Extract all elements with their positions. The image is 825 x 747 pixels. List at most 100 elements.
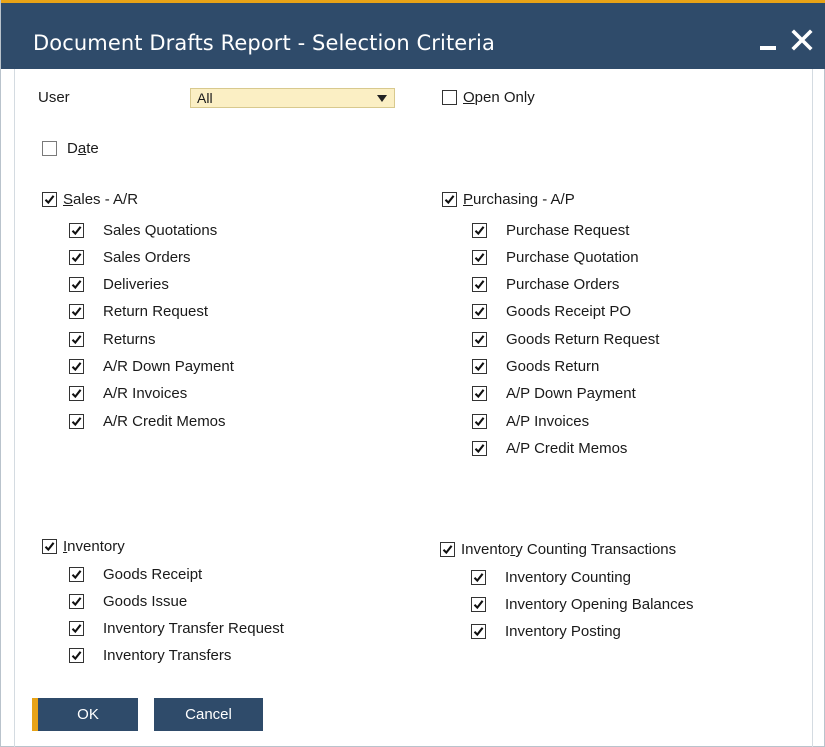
checkbox-checked-icon[interactable] xyxy=(472,222,487,238)
checkbox-inventory-counting-label: Inventory Counting xyxy=(505,568,631,586)
user-label: User xyxy=(38,89,70,106)
checkbox-checked-icon[interactable] xyxy=(471,569,486,585)
user-dropdown-value: All xyxy=(197,90,213,106)
checkbox-inventory-opening-balances-label: Inventory Opening Balances xyxy=(505,595,694,613)
checkbox-goods-return-request[interactable]: Goods Return Request xyxy=(472,328,659,350)
checkbox-checked-icon[interactable] xyxy=(472,331,487,347)
checkbox-returns[interactable]: Returns xyxy=(69,328,156,350)
checkbox-purchase-request-label: Purchase Request xyxy=(506,221,630,239)
user-dropdown[interactable]: All xyxy=(190,88,395,108)
checkbox-purchase-quotation-label: Purchase Quotation xyxy=(506,248,639,266)
checkbox-returns-label: Returns xyxy=(103,330,156,348)
date-checkbox[interactable]: Date xyxy=(42,137,99,159)
checkbox-inventory-transfers-label: Inventory Transfers xyxy=(103,647,232,665)
checkbox-goods-receipt-po[interactable]: Goods Receipt PO xyxy=(472,301,631,323)
inventory-counting-transactions-checkbox-label: Inventory Counting Transactions xyxy=(461,540,677,558)
checkbox-checked-icon[interactable] xyxy=(69,386,84,402)
checkbox-checked-icon[interactable] xyxy=(472,440,487,456)
checkbox-purchase-quotation[interactable]: Purchase Quotation xyxy=(472,246,639,268)
checkbox-sales-quotations-label: Sales Quotations xyxy=(103,221,218,239)
close-icon[interactable] xyxy=(789,27,815,53)
checkbox-goods-receipt-label: Goods Receipt xyxy=(103,565,203,583)
checkbox-checked-icon[interactable] xyxy=(472,413,487,429)
inventory-checkbox[interactable]: Inventory xyxy=(42,535,125,557)
inventory-counting-transactions-checkbox[interactable]: Inventory Counting Transactions xyxy=(440,538,676,560)
checkbox-goods-return-request-label: Goods Return Request xyxy=(506,330,660,348)
checkbox-purchase-request[interactable]: Purchase Request xyxy=(472,219,629,241)
checkbox-a-p-invoices-label: A/P Invoices xyxy=(506,412,590,430)
checkbox-checked-icon[interactable] xyxy=(472,277,487,293)
checkbox-checked-icon[interactable] xyxy=(472,249,487,265)
checkbox-checked-icon[interactable] xyxy=(69,331,84,347)
checkbox-checked-icon[interactable] xyxy=(69,621,84,637)
purchasing-a-p-checkbox[interactable]: Purchasing - A/P xyxy=(442,188,575,210)
checkbox-checked-icon[interactable] xyxy=(69,222,84,238)
checkbox-icon[interactable] xyxy=(442,89,457,105)
checkbox-purchase-orders[interactable]: Purchase Orders xyxy=(472,274,619,296)
window-title: Document Drafts Report - Selection Crite… xyxy=(33,31,495,55)
checkbox-icon[interactable] xyxy=(42,140,57,156)
checkbox-return-request[interactable]: Return Request xyxy=(69,301,208,323)
checkbox-inventory-transfer-request-label: Inventory Transfer Request xyxy=(103,620,284,638)
checkbox-goods-return-label: Goods Return xyxy=(506,358,600,375)
open-only-checkbox[interactable]: Open Only xyxy=(442,86,535,108)
cancel-button[interactable]: Cancel xyxy=(154,698,263,731)
checkbox-inventory-posting[interactable]: Inventory Posting xyxy=(471,621,621,643)
checkbox-checked-icon[interactable] xyxy=(440,541,455,557)
inventory-checkbox-label: Inventory xyxy=(63,537,125,555)
checkbox-checked-icon[interactable] xyxy=(471,624,486,640)
checkbox-checked-icon[interactable] xyxy=(69,249,84,265)
checkbox-checked-icon[interactable] xyxy=(69,304,84,320)
checkbox-goods-return[interactable]: Goods Return xyxy=(472,356,599,378)
checkbox-inventory-counting[interactable]: Inventory Counting xyxy=(471,566,631,588)
checkbox-a-p-invoices[interactable]: A/P Invoices xyxy=(472,410,589,432)
checkbox-goods-receipt[interactable]: Goods Receipt xyxy=(69,563,202,585)
checkbox-goods-issue-label: Goods Issue xyxy=(103,592,188,610)
checkbox-a-p-credit-memos-label: A/P Credit Memos xyxy=(506,439,628,457)
checkbox-inventory-transfers[interactable]: Inventory Transfers xyxy=(69,645,231,667)
checkbox-checked-icon[interactable] xyxy=(472,304,487,320)
sales-a-r-checkbox[interactable]: Sales - A/R xyxy=(42,188,138,210)
checkbox-a-r-credit-memos-label: A/R Credit Memos xyxy=(103,412,226,430)
checkbox-a-p-down-payment-label: A/P Down Payment xyxy=(506,385,636,403)
checkbox-checked-icon[interactable] xyxy=(42,191,57,207)
checkbox-inventory-posting-label: Inventory Posting xyxy=(505,623,621,641)
checkbox-deliveries[interactable]: Deliveries xyxy=(69,274,169,296)
checkbox-sales-orders-label: Sales Orders xyxy=(103,248,191,266)
checkbox-checked-icon[interactable] xyxy=(472,359,487,374)
purchasing-a-p-checkbox-label: Purchasing - A/P xyxy=(463,190,575,208)
checkbox-a-r-down-payment[interactable]: A/R Down Payment xyxy=(69,356,234,378)
checkbox-goods-receipt-po-label: Goods Receipt PO xyxy=(506,303,632,321)
checkbox-checked-icon[interactable] xyxy=(442,191,457,207)
minimize-icon[interactable] xyxy=(758,32,780,52)
checkbox-checked-icon[interactable] xyxy=(69,277,84,293)
ok-button[interactable]: OK xyxy=(32,698,138,731)
checkbox-sales-quotations[interactable]: Sales Quotations xyxy=(69,219,217,241)
dropdown-arrow-icon xyxy=(377,95,387,102)
checkbox-return-request-label: Return Request xyxy=(103,303,209,321)
checkbox-checked-icon[interactable] xyxy=(472,386,487,402)
checkbox-checked-icon[interactable] xyxy=(69,648,84,664)
checkbox-a-p-down-payment[interactable]: A/P Down Payment xyxy=(472,383,636,405)
checkbox-checked-icon[interactable] xyxy=(69,566,84,582)
checkbox-inventory-opening-balances[interactable]: Inventory Opening Balances xyxy=(471,593,693,615)
title-bar[interactable]: Document Drafts Report - Selection Crite… xyxy=(1,3,825,69)
checkbox-checked-icon[interactable] xyxy=(42,538,57,554)
checkbox-a-r-invoices[interactable]: A/R Invoices xyxy=(69,383,187,405)
checkbox-checked-icon[interactable] xyxy=(69,359,84,374)
checkbox-inventory-transfer-request[interactable]: Inventory Transfer Request xyxy=(69,618,284,640)
checkbox-goods-issue[interactable]: Goods Issue xyxy=(69,590,187,612)
checkbox-sales-orders[interactable]: Sales Orders xyxy=(69,246,191,268)
checkbox-checked-icon[interactable] xyxy=(69,413,84,429)
checkbox-a-r-credit-memos[interactable]: A/R Credit Memos xyxy=(69,410,226,432)
sales-a-r-checkbox-label: Sales - A/R xyxy=(63,190,139,208)
checkbox-checked-icon[interactable] xyxy=(69,593,84,609)
checkbox-a-r-down-payment-label: A/R Down Payment xyxy=(103,358,234,375)
checkbox-a-p-credit-memos[interactable]: A/P Credit Memos xyxy=(472,437,627,459)
open-only-label: Open Only xyxy=(463,88,535,106)
checkbox-checked-icon[interactable] xyxy=(471,596,486,612)
checkbox-purchase-orders-label: Purchase Orders xyxy=(506,276,620,294)
date-label: Date xyxy=(67,139,99,157)
checkbox-a-r-invoices-label: A/R Invoices xyxy=(103,385,188,403)
checkbox-deliveries-label: Deliveries xyxy=(103,276,169,294)
